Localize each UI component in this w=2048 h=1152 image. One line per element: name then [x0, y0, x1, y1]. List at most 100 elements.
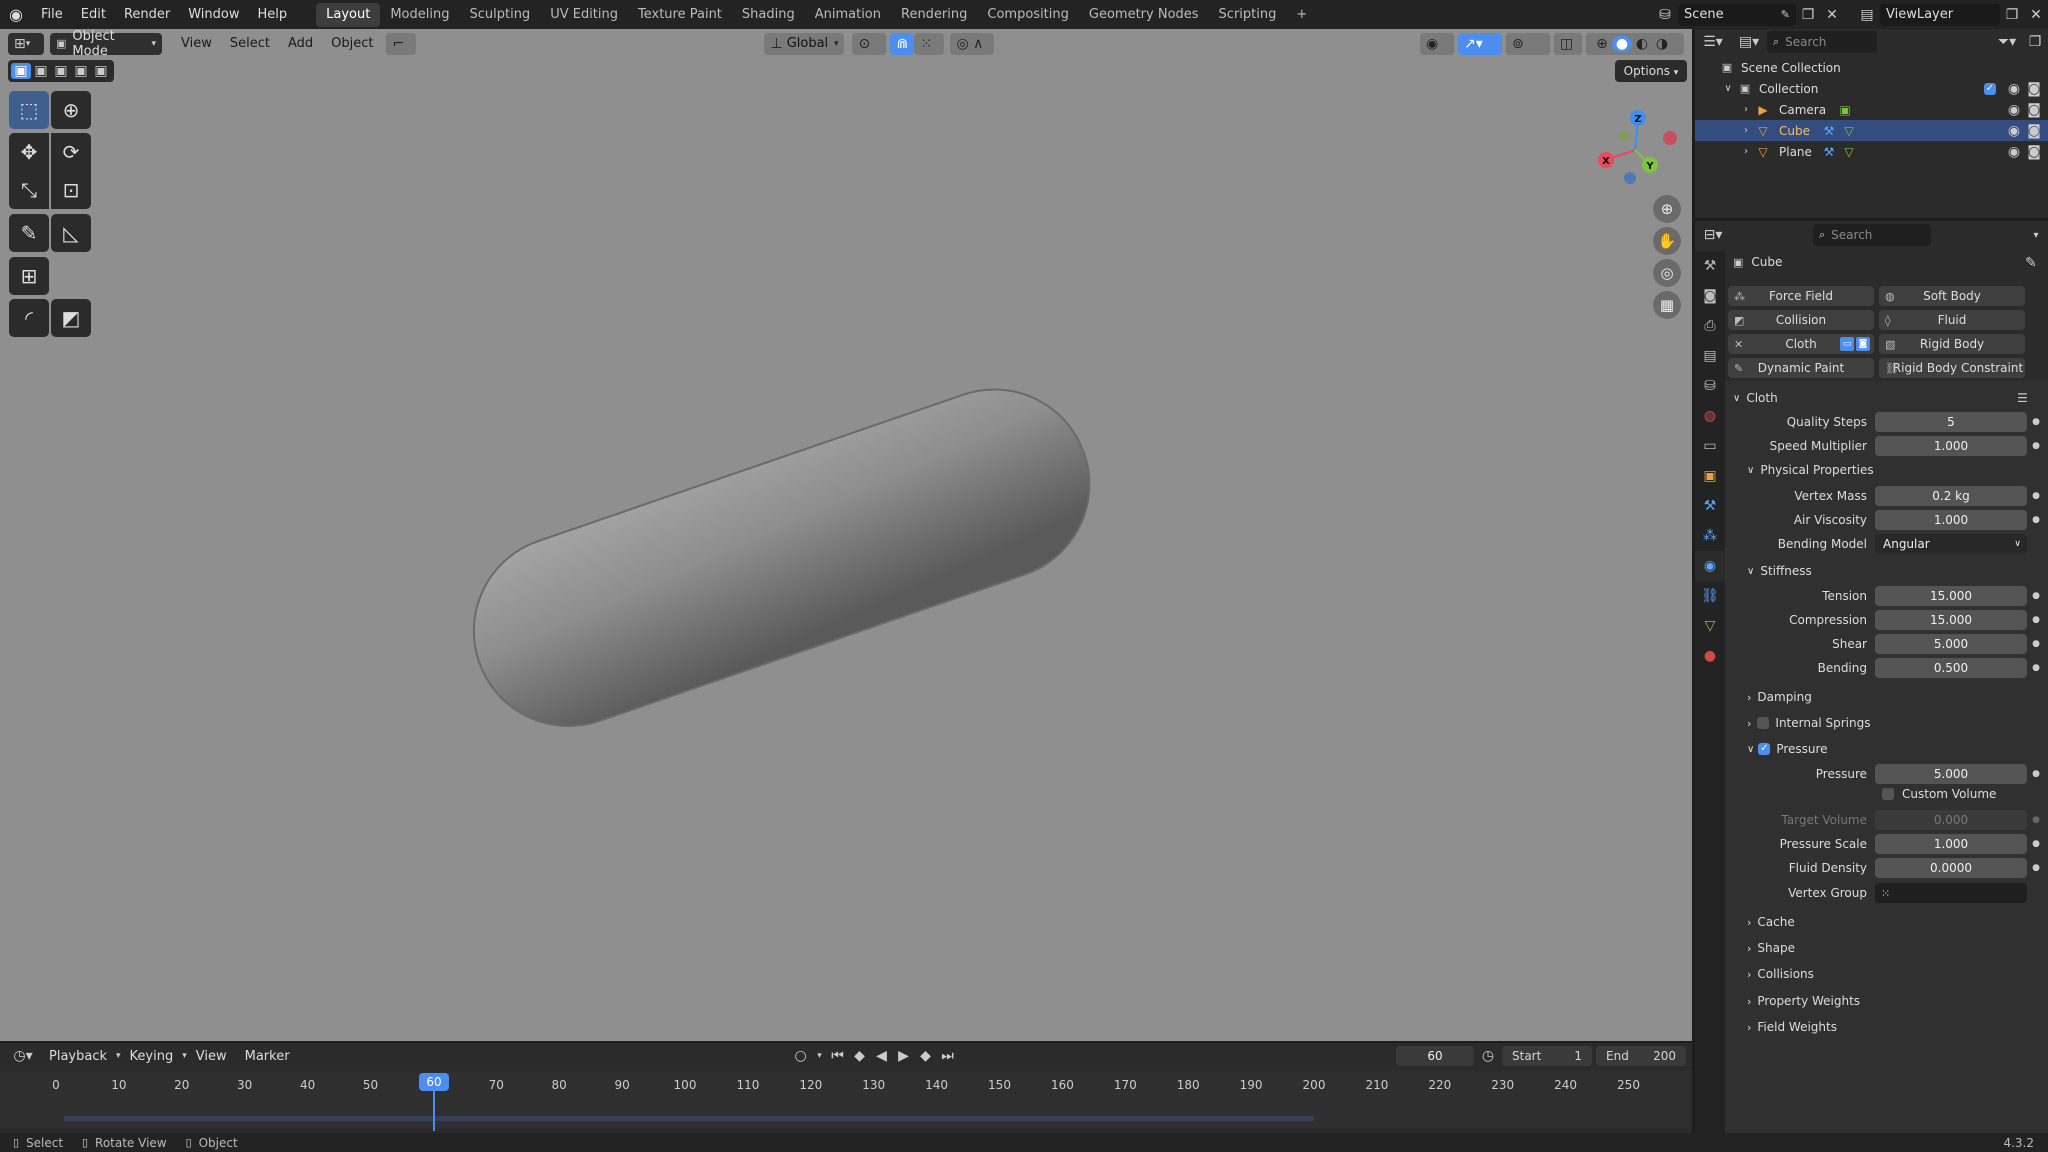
mode-selector[interactable]: ▣ Object Mode ▾	[50, 29, 162, 59]
properties-editor[interactable]: ⊟▾ ⌕ Search ▾ ⚒ ◙ ⎙ ▤ ⛁ ◍ ▭ ▣ ⚒ ⁂ ◉ ⛓ ▽ …	[1695, 221, 2048, 1133]
shape-header[interactable]: › Shape	[1747, 941, 1795, 955]
move-tool[interactable]: ✥	[9, 133, 49, 171]
current-frame-field[interactable]: 60	[1396, 1046, 1474, 1066]
scale-tool[interactable]: ⤡	[9, 171, 49, 209]
force-field-button[interactable]: ⁂ Force Field	[1728, 286, 1874, 306]
quality-steps-field[interactable]: 5	[1875, 412, 2027, 432]
speed-multiplier-field[interactable]: 1.000	[1875, 436, 2027, 456]
tab-modifiers[interactable]: ⚒	[1695, 491, 1725, 521]
rigid-body-button[interactable]: ▧ Rigid Body	[1879, 334, 2025, 354]
chevron-down-icon[interactable]: ▾	[813, 1051, 827, 1061]
tab-sculpting[interactable]: Sculpting	[459, 3, 540, 27]
presets-icon[interactable]: ☰	[2017, 391, 2028, 405]
rendered-icon[interactable]: ◑	[1652, 36, 1672, 52]
select-invert-icon[interactable]: ▣	[71, 63, 91, 79]
filter-icon[interactable]: ⏷▾	[1992, 34, 2022, 50]
material-preview-icon[interactable]: ◐	[1632, 36, 1652, 52]
physical-properties-header[interactable]: ∨ Physical Properties	[1747, 463, 1874, 477]
camera-render-icon[interactable]: ◙	[2024, 123, 2044, 139]
annotate-tool[interactable]: ✎	[9, 214, 49, 252]
select-intersect-icon[interactable]: ▣	[91, 63, 111, 79]
tab-material[interactable]: ●	[1695, 641, 1725, 671]
play-reverse-icon[interactable]: ◀	[871, 1048, 893, 1064]
keyframe-dot-icon[interactable]: ●	[2027, 591, 2045, 601]
outliner-search[interactable]: ⌕ Search	[1767, 31, 1877, 53]
tab-data[interactable]: ▽	[1695, 611, 1725, 641]
gpencil-button[interactable]: ⌐	[386, 32, 417, 55]
start-frame-field[interactable]: Start 1	[1502, 1046, 1592, 1066]
outliner-item-plane[interactable]: › ▽ Plane ⚒ ▽ ◉ ◙	[1695, 141, 2048, 162]
outliner-scene-collection[interactable]: ▣ Scene Collection	[1695, 57, 2048, 78]
transform-orientation-selector[interactable]: ⊥ Global ▾	[764, 32, 845, 55]
tab-particles[interactable]: ⁂	[1695, 521, 1725, 551]
menu-edit[interactable]: Edit	[72, 0, 115, 29]
pressure-header[interactable]: ∨ ✓ Pressure	[1747, 742, 1828, 756]
editor-type-icon[interactable]: ⊟▾	[1695, 227, 1731, 243]
shear-field[interactable]: 5.000	[1875, 634, 2027, 654]
chevron-right-icon[interactable]: ›	[1739, 104, 1753, 115]
record-icon[interactable]: ○	[789, 1048, 813, 1064]
solid-icon[interactable]: ●	[1612, 35, 1632, 52]
select-extend-icon[interactable]: ▣	[31, 63, 51, 79]
tab-world[interactable]: ◍	[1695, 401, 1725, 431]
tab-render[interactable]: ◙	[1695, 281, 1725, 311]
editor-type-icon[interactable]: ☰▾	[1695, 34, 1731, 50]
menu-help[interactable]: Help	[249, 0, 297, 29]
tab-scene[interactable]: ⛁	[1695, 371, 1725, 401]
keyframe-dot-icon[interactable]: ●	[2027, 491, 2045, 501]
menu-render[interactable]: Render	[115, 0, 179, 29]
select-box-tool[interactable]: ⬚	[9, 91, 49, 129]
rigid-body-constraint-button[interactable]: ⛓ Rigid Body Constraint	[1879, 358, 2025, 378]
tab-uv-editing[interactable]: UV Editing	[540, 3, 628, 27]
outliner-item-camera[interactable]: › ▶ Camera ▣ ◉ ◙	[1695, 99, 2048, 120]
camera-render-icon[interactable]: ◙	[2024, 81, 2044, 97]
vertex-mass-field[interactable]: 0.2 kg	[1875, 486, 2027, 506]
tab-view-layer[interactable]: ▤	[1695, 341, 1725, 371]
display-mode-icon[interactable]: ▤▾	[1731, 34, 1767, 50]
xray-button[interactable]: ◫	[1554, 32, 1582, 55]
camera-view-button[interactable]: ◎	[1653, 259, 1681, 287]
visibility-button[interactable]: ◉	[1420, 32, 1454, 55]
delete-view-layer-icon[interactable]: ✕	[2024, 7, 2048, 23]
snap-target-button[interactable]: ⁙	[914, 32, 945, 55]
pivot-button[interactable]: ⊙	[852, 32, 887, 55]
gizmo-button[interactable]: ↗▾	[1458, 32, 1502, 55]
measure-tool[interactable]: ◺	[51, 214, 91, 252]
jump-end-icon[interactable]: ⏭	[937, 1048, 959, 1064]
timeline-menu-playback[interactable]: Playback	[40, 1049, 116, 1064]
bending-field[interactable]: 0.500	[1875, 658, 2027, 678]
timeline-menu-keying[interactable]: Keying	[121, 1049, 183, 1064]
wrench-icon[interactable]: ⚒	[1819, 124, 1839, 138]
fluid-density-field[interactable]: 0.0000	[1875, 858, 2027, 878]
cloth-viewport-toggle[interactable]: ▭	[1840, 337, 1854, 351]
tab-layout[interactable]: Layout	[316, 2, 381, 27]
new-collection-icon[interactable]: ❐	[2022, 34, 2048, 50]
new-view-layer-icon[interactable]: ❐	[2000, 7, 2024, 23]
next-keyframe-icon[interactable]: ◆	[915, 1048, 937, 1064]
transform-tool[interactable]: ⊡	[51, 171, 91, 209]
camera-render-icon[interactable]: ◙	[2024, 102, 2044, 118]
eye-icon[interactable]: ◉	[2004, 102, 2024, 118]
tab-animation[interactable]: Animation	[805, 3, 891, 27]
shrink-fatten-tool[interactable]: ◜	[9, 299, 49, 337]
zoom-button[interactable]: ⊕	[1653, 195, 1681, 223]
timeline[interactable]: ◷▾ Playback ▾ Keying ▾ View Marker ○ ▾ ⏮ ◆…	[0, 1043, 1692, 1133]
tab-output[interactable]: ⎙	[1695, 311, 1725, 341]
menu-window[interactable]: Window	[179, 0, 248, 29]
pressure-scale-field[interactable]: 1.000	[1875, 834, 2027, 854]
scene-icon[interactable]: ⛁	[1652, 7, 1678, 23]
tab-shading[interactable]: Shading	[732, 3, 805, 27]
chevron-right-icon[interactable]: ›	[1739, 146, 1753, 157]
timeline-menu-view[interactable]: View	[187, 1049, 236, 1064]
outliner-collection[interactable]: ∨ ▣ Collection ✓ ◉ ◙	[1695, 78, 2048, 99]
compression-field[interactable]: 15.000	[1875, 610, 2027, 630]
viewport-menu-select[interactable]: Select	[221, 36, 279, 51]
tab-geometry-nodes[interactable]: Geometry Nodes	[1079, 3, 1209, 27]
cloth-button[interactable]: ✕ Cloth ▭ ◙	[1728, 334, 1874, 354]
outliner[interactable]: ☰▾ ▤▾ ⌕ Search ⏷▾ ❐ ▣ Scene Collection ∨…	[1695, 29, 2048, 218]
3d-viewport[interactable]: ▣ ▣ ▣ ▣ ▣ Options ▾ ⬚ ⊕ ✥ ⟳ ⤡ ⊡ ✎ ◺ ⊞ ◜ …	[0, 58, 1692, 1041]
tab-object[interactable]: ▣	[1695, 461, 1725, 491]
fluid-button[interactable]: ◊ Fluid	[1879, 310, 2025, 330]
camera-data-icon[interactable]: ▣	[1835, 103, 1855, 117]
pressure-field[interactable]: 5.000	[1875, 764, 2027, 784]
